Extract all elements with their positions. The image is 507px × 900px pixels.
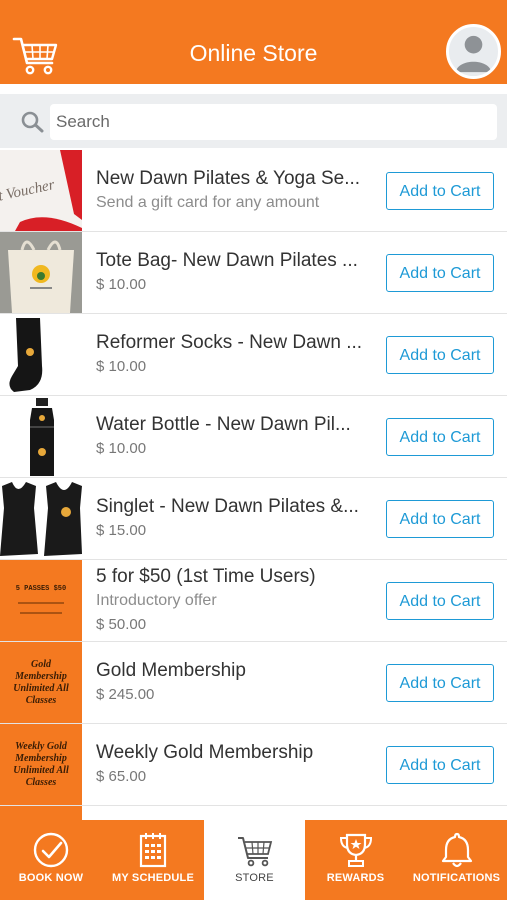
trophy-icon	[339, 833, 372, 867]
add-to-cart-button[interactable]: Add to Cart	[386, 172, 494, 210]
product-thumbnail	[0, 232, 82, 313]
product-name: Water Bottle - New Dawn Pil...	[96, 414, 351, 435]
tab-book-now[interactable]: BOOK NOW	[0, 820, 102, 900]
bell-icon	[441, 832, 472, 868]
product-name: New Dawn Pilates & Yoga Se...	[96, 167, 361, 189]
product-row-gift-voucher[interactable]: t Voucher New Dawn Pilates & Yoga Se... …	[0, 150, 507, 232]
product-thumbnail: t Voucher	[0, 150, 82, 231]
product-name: Singlet - New Dawn Pilates &...	[96, 496, 359, 517]
add-to-cart-button[interactable]: Add to Cart	[386, 746, 494, 784]
product-name: Reformer Socks - New Dawn ...	[96, 332, 363, 353]
product-row-partial	[0, 806, 507, 820]
product-row-water-bottle[interactable]: Water Bottle - New Dawn Pil... $ 10.00 A…	[0, 396, 507, 478]
add-to-cart-button[interactable]: Add to Cart	[386, 336, 494, 374]
magnifier-icon	[21, 111, 44, 133]
product-name: Weekly Gold Membership	[96, 742, 314, 763]
product-row-gold-membership[interactable]: Gold Membership Unlimited All Classes Go…	[0, 642, 507, 724]
add-to-cart-button[interactable]: Add to Cart	[386, 664, 494, 702]
product-row-reformer-socks[interactable]: Reformer Socks - New Dawn ... $ 10.00 Ad…	[0, 314, 507, 396]
product-row-tote-bag[interactable]: Tote Bag- New Dawn Pilates ... $ 10.00 A…	[0, 232, 507, 314]
add-to-cart-button[interactable]: Add to Cart	[386, 500, 494, 538]
product-name: 5 for $50 (1st Time Users)	[96, 566, 316, 587]
product-subtitle: Introductory offer	[96, 592, 217, 609]
search-input[interactable]	[50, 104, 497, 140]
product-thumbnail	[0, 314, 82, 395]
product-price: $ 245.00	[96, 686, 155, 703]
product-thumbnail	[0, 396, 82, 477]
product-row-singlet[interactable]: Singlet - New Dawn Pilates &... $ 15.00 …	[0, 478, 507, 560]
bottom-tab-bar: BOOK NOW MY SCHEDULE STORE REWARDS NOTIF…	[0, 820, 507, 900]
tab-rewards[interactable]: REWARDS	[305, 820, 406, 900]
add-to-cart-button[interactable]: Add to Cart	[386, 254, 494, 292]
add-to-cart-button[interactable]: Add to Cart	[386, 582, 494, 620]
product-name: Gold Membership	[96, 660, 246, 681]
product-price: $ 15.00	[96, 522, 147, 539]
app-header: Online Store	[0, 0, 507, 84]
product-price: $ 10.00	[96, 276, 147, 293]
search-bar	[0, 94, 507, 148]
product-thumbnail: Gold Membership Unlimited All Classes	[0, 642, 82, 723]
product-thumbnail: 5 PASSES $50	[0, 560, 82, 641]
product-name: Tote Bag- New Dawn Pilates ...	[96, 250, 358, 271]
product-thumbnail	[0, 478, 82, 559]
add-to-cart-button[interactable]: Add to Cart	[386, 418, 494, 456]
product-subtitle: Send a gift card for any amount	[96, 193, 320, 211]
product-price: $ 50.00	[96, 616, 147, 633]
product-list: t Voucher New Dawn Pilates & Yoga Se... …	[0, 150, 507, 820]
page-title: Online Store	[189, 40, 318, 66]
shopping-cart-icon	[237, 837, 272, 867]
tab-label: NOTIFICATIONS	[412, 872, 501, 884]
tab-store[interactable]: STORE	[204, 820, 305, 900]
product-thumbnail: Weekly Gold Membership Unlimited All Cla…	[0, 724, 82, 805]
product-price: $ 65.00	[96, 768, 147, 785]
tab-label: BOOK NOW	[18, 872, 84, 884]
tab-label: STORE	[235, 872, 274, 884]
check-circle-icon	[33, 832, 69, 868]
tab-label: REWARDS	[326, 872, 385, 884]
tab-my-schedule[interactable]: MY SCHEDULE	[102, 820, 204, 900]
product-row-5-for-50[interactable]: 5 PASSES $50 5 for $50 (1st Time Users) …	[0, 560, 507, 642]
product-row-weekly-gold-membership[interactable]: Weekly Gold Membership Unlimited All Cla…	[0, 724, 507, 806]
user-avatar-icon[interactable]	[446, 24, 501, 79]
tab-label: MY SCHEDULE	[111, 872, 195, 884]
tab-notifications[interactable]: NOTIFICATIONS	[406, 820, 507, 900]
calendar-icon	[139, 833, 167, 868]
product-price: $ 10.00	[96, 440, 147, 457]
product-thumbnail	[0, 806, 82, 820]
thumb-passes-text: 5 PASSES $50	[16, 585, 66, 593]
product-price: $ 10.00	[96, 358, 147, 375]
